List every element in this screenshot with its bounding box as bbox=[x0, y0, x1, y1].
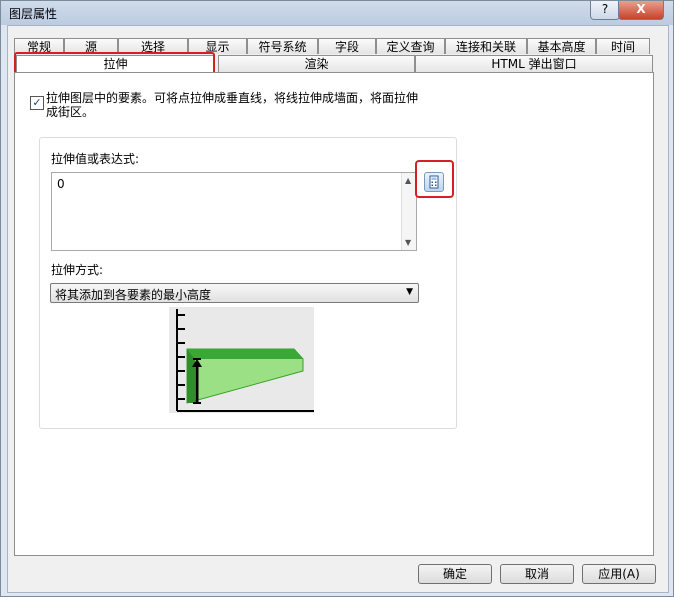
title-bar: 图层属性 ? X bbox=[1, 1, 673, 25]
extrusion-illustration bbox=[169, 307, 314, 413]
extrude-checkbox-label: 拉伸图层中的要素。可将点拉伸成垂直线，将线拉伸成墙面，将面拉伸成街区。 bbox=[46, 91, 419, 119]
tab-html-popup[interactable]: HTML 弹出窗口 bbox=[415, 55, 653, 73]
chevron-down-icon[interactable]: ▼ bbox=[406, 287, 413, 297]
cancel-button[interactable]: 取消 bbox=[500, 564, 574, 584]
scroll-up-icon[interactable]: ▲ bbox=[405, 176, 411, 185]
tab-symbology[interactable]: 符号系统 bbox=[247, 38, 318, 54]
extrusion-method-label: 拉伸方式: bbox=[51, 263, 104, 277]
expression-scrollbar[interactable]: ▲ ▼ bbox=[401, 173, 416, 250]
expression-label: 拉伸值或表达式: bbox=[51, 152, 140, 166]
apply-button[interactable]: 应用(A) bbox=[582, 564, 656, 584]
ok-button[interactable]: 确定 bbox=[418, 564, 492, 584]
help-button[interactable]: ? bbox=[590, 1, 620, 20]
tab-fields[interactable]: 字段 bbox=[318, 38, 376, 54]
window-title: 图层属性 bbox=[9, 7, 58, 21]
expression-textbox[interactable]: 0 ▲ ▼ bbox=[51, 172, 417, 251]
extrusion-method-dropdown[interactable]: 将其添加到各要素的最小高度 ▼ bbox=[50, 283, 419, 303]
extrusion-method-value: 将其添加到各要素的最小高度 bbox=[55, 288, 212, 302]
tab-base-heights[interactable]: 基本高度 bbox=[527, 38, 596, 54]
tab-time[interactable]: 时间 bbox=[596, 38, 650, 54]
tab-definition-query[interactable]: 定义查询 bbox=[376, 38, 445, 54]
scroll-down-icon[interactable]: ▼ bbox=[405, 238, 411, 247]
close-button[interactable]: X bbox=[618, 1, 664, 20]
extrude-checkbox[interactable]: ✓ bbox=[30, 96, 44, 110]
tab-joins-relates[interactable]: 连接和关联 bbox=[445, 38, 527, 54]
tab-rendering[interactable]: 渲染 bbox=[218, 55, 415, 73]
expression-value[interactable]: 0 bbox=[57, 177, 65, 191]
calculator-icon bbox=[429, 175, 439, 189]
expression-builder-button[interactable] bbox=[424, 172, 444, 192]
